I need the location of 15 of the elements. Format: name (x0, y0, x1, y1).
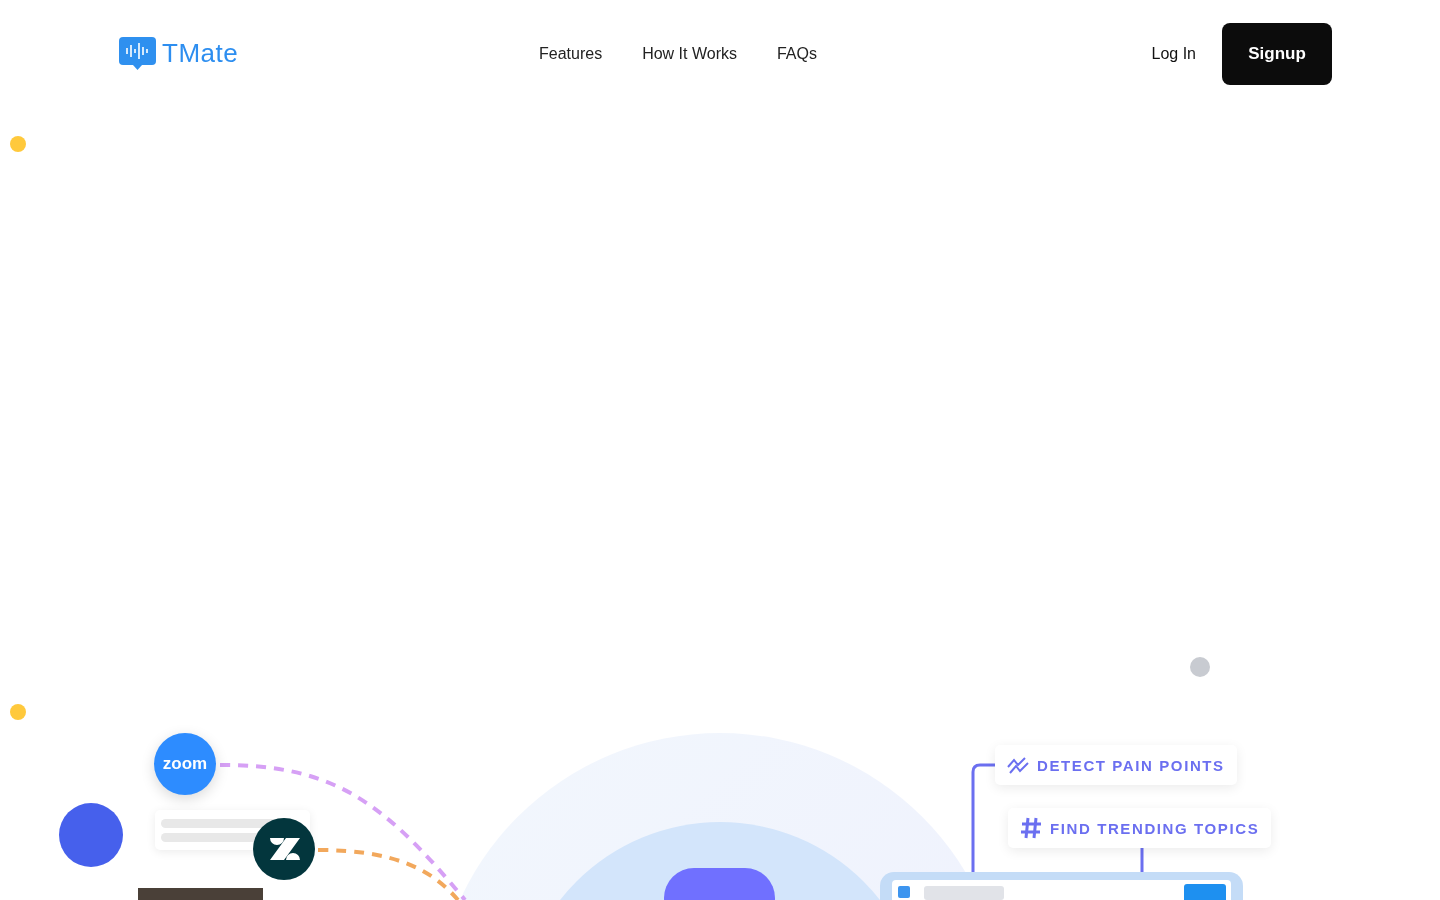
dot (10, 704, 26, 720)
nav-link[interactable]: How It Works (642, 44, 737, 63)
dot (10, 136, 26, 152)
tag-label: FIND TRENDING TOPICS (1050, 819, 1260, 837)
app-icon (898, 886, 910, 898)
tag-label: DETECT PAIN POINTS (1037, 756, 1225, 774)
dot (1190, 657, 1210, 677)
trend-line-icon (1007, 756, 1029, 774)
signup-button[interactable]: Signup (1222, 22, 1332, 85)
nav-link[interactable]: FAQs (776, 44, 817, 63)
logo-icon (119, 36, 156, 71)
zoom-logo: zoom (154, 733, 216, 795)
hashtag-icon (1020, 817, 1042, 839)
login-link[interactable]: Log In (1145, 43, 1202, 64)
nav-link[interactable]: Features (539, 44, 603, 63)
